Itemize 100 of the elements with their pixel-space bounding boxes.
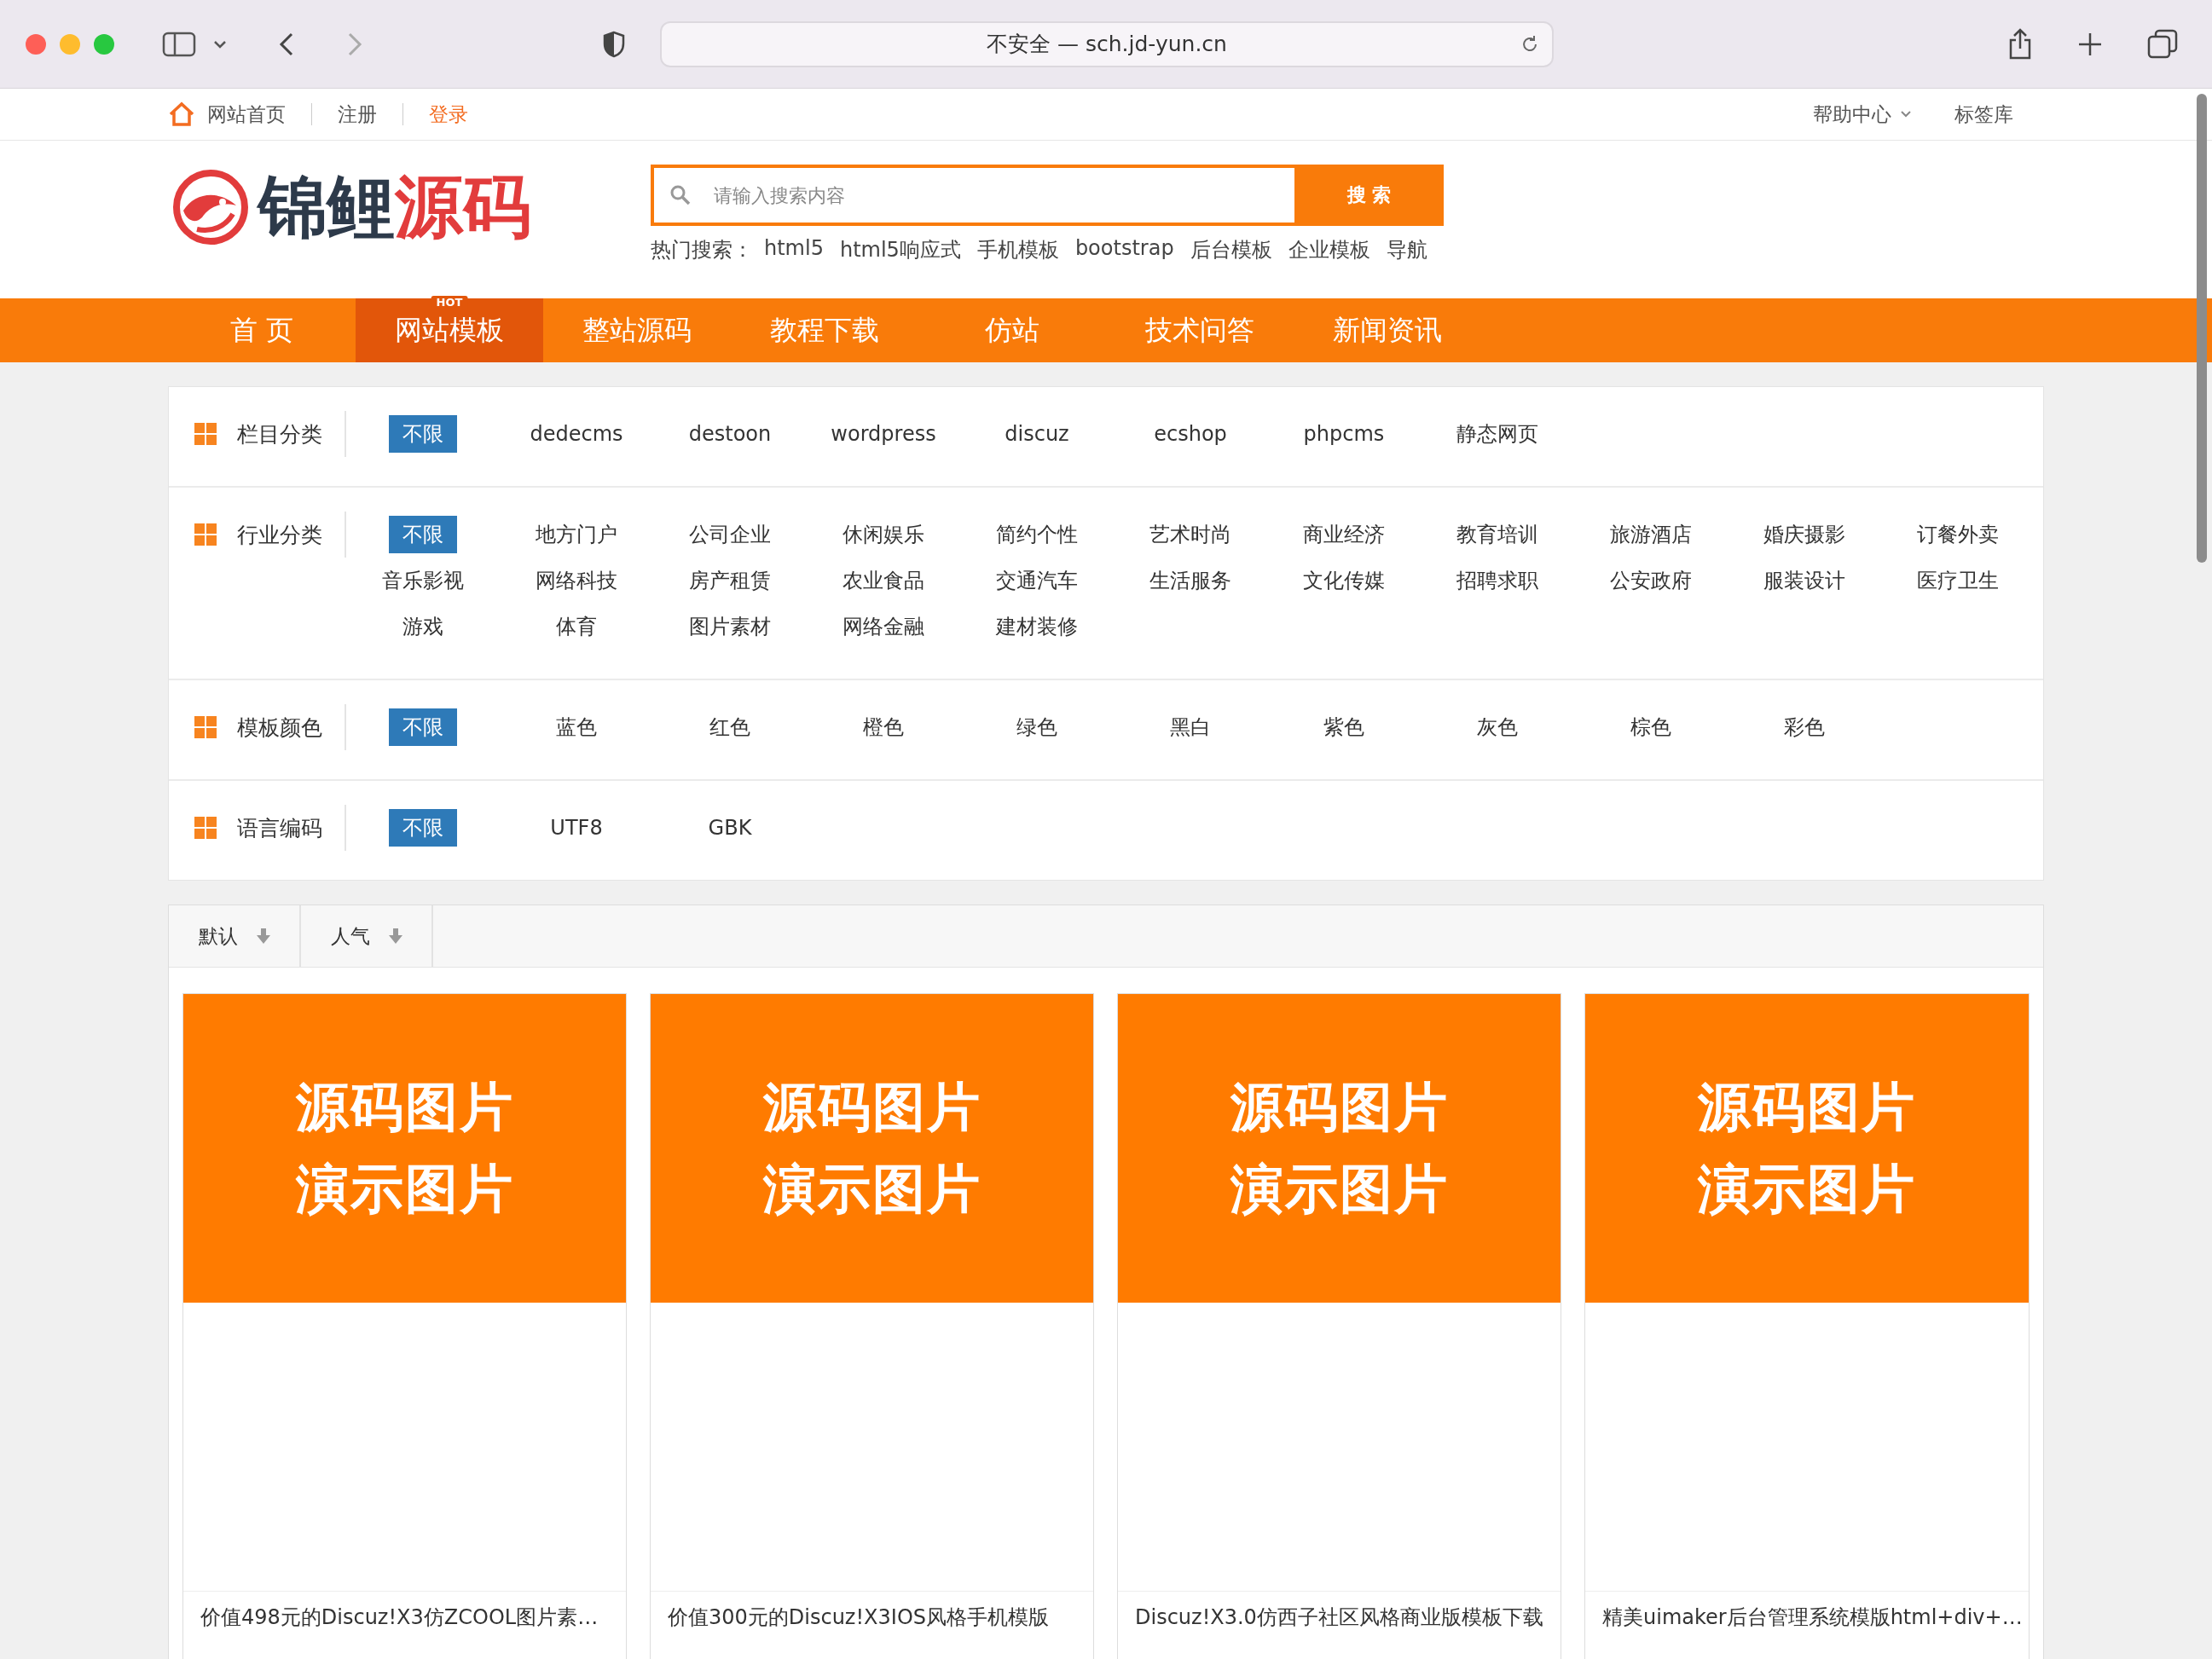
filter-option[interactable]: 地方门户 bbox=[524, 516, 629, 553]
filter-option[interactable]: 休闲娱乐 bbox=[831, 516, 936, 553]
top-link[interactable]: 注册 bbox=[333, 101, 382, 128]
hot-search-link[interactable]: 企业模板 bbox=[1288, 236, 1370, 263]
hot-search-label: 热门搜索： bbox=[651, 237, 753, 263]
home-icon[interactable] bbox=[168, 101, 195, 127]
filter-option[interactable]: GBK bbox=[696, 811, 764, 845]
filter-option[interactable]: 简约个性 bbox=[984, 516, 1090, 553]
image-caption: 演示图片 bbox=[762, 1163, 982, 1216]
template-card[interactable]: 源码图片 演示图片 价值498元的Discuz!X3仿ZCOOL图片素… bbox=[182, 993, 627, 1659]
search-field[interactable]: 请输入搜索内容 bbox=[651, 165, 1294, 226]
filter-option[interactable]: 商业经济 bbox=[1291, 516, 1397, 553]
arrow-down-icon bbox=[256, 928, 270, 944]
filter-option[interactable]: 网络金融 bbox=[831, 608, 936, 645]
card-title[interactable]: 精美uimaker后台管理系统模版html+div+… bbox=[1585, 1592, 2029, 1643]
back-icon[interactable] bbox=[278, 31, 295, 57]
filter-option[interactable]: 橙色 bbox=[851, 708, 916, 746]
image-caption: 源码图片 bbox=[295, 1081, 514, 1134]
filter-option[interactable]: 艺术时尚 bbox=[1138, 516, 1243, 553]
top-link[interactable]: 帮助中心 bbox=[1808, 101, 1896, 128]
hot-search-link[interactable]: html5 bbox=[764, 236, 824, 263]
card-title[interactable]: 价值300元的Discuz!X3IOS风格手机模版 bbox=[651, 1592, 1093, 1643]
filter-option[interactable]: 旅游酒店 bbox=[1598, 516, 1704, 553]
chevron-down-icon[interactable] bbox=[213, 38, 227, 49]
filter-option[interactable]: 房产租赁 bbox=[677, 562, 783, 599]
filter-option[interactable]: 订餐外卖 bbox=[1905, 516, 2011, 553]
filter-option[interactable]: discuz bbox=[993, 417, 1081, 451]
tabs-overview-icon[interactable] bbox=[2147, 28, 2178, 60]
arrow-down-icon bbox=[388, 928, 402, 944]
template-card[interactable]: 源码图片 演示图片 价值300元的Discuz!X3IOS风格手机模版 bbox=[650, 993, 1094, 1659]
chevron-down-icon[interactable] bbox=[1900, 110, 1912, 118]
filter-option[interactable]: 红色 bbox=[698, 708, 762, 746]
image-caption: 源码图片 bbox=[762, 1081, 982, 1134]
fish-logo-icon bbox=[171, 168, 250, 246]
filter-option[interactable]: 灰色 bbox=[1465, 708, 1530, 746]
filter-option[interactable]: 不限 bbox=[389, 708, 457, 746]
filter-label: 模板颜色 bbox=[237, 714, 322, 742]
filter-option[interactable]: 教育培训 bbox=[1445, 516, 1550, 553]
template-card[interactable]: 源码图片 演示图片 Discuz!X3.0仿西子社区风格商业版模板下载 bbox=[1117, 993, 1561, 1659]
close-window-icon[interactable] bbox=[26, 33, 46, 55]
scrollbar[interactable] bbox=[2197, 94, 2207, 563]
image-caption: 演示图片 bbox=[295, 1163, 514, 1216]
image-caption: 演示图片 bbox=[1698, 1163, 1916, 1216]
filter-option[interactable]: 公司企业 bbox=[677, 516, 783, 553]
filter-option[interactable]: 静态网页 bbox=[1445, 415, 1550, 453]
filter-option[interactable]: UTF8 bbox=[538, 811, 615, 845]
filter-option[interactable]: destoon bbox=[676, 417, 784, 451]
filter-option[interactable]: 服装设计 bbox=[1752, 562, 1857, 599]
top-link[interactable]: 标签库 bbox=[1949, 101, 2018, 128]
filter-option[interactable]: 棕色 bbox=[1618, 708, 1683, 746]
hot-search-link[interactable]: 手机模板 bbox=[976, 236, 1059, 263]
filter-option[interactable]: 文化传媒 bbox=[1291, 562, 1397, 599]
filter-option[interactable]: 交通汽车 bbox=[984, 562, 1090, 599]
filter-label: 栏目分类 bbox=[237, 420, 322, 448]
top-link[interactable]: 网站首页 bbox=[202, 101, 291, 128]
card-title[interactable]: 价值498元的Discuz!X3仿ZCOOL图片素… bbox=[183, 1592, 626, 1643]
card-title[interactable]: Discuz!X3.0仿西子社区风格商业版模板下载 bbox=[1118, 1592, 1561, 1643]
hot-search-link[interactable]: 后台模板 bbox=[1190, 236, 1272, 263]
filter-label: 行业分类 bbox=[237, 521, 322, 549]
filter-option[interactable]: 生活服务 bbox=[1138, 562, 1243, 599]
filter-option[interactable]: 蓝色 bbox=[544, 708, 609, 746]
share-icon[interactable] bbox=[2007, 27, 2033, 61]
filter-option[interactable]: ecshop bbox=[1142, 417, 1239, 451]
filter-option[interactable]: 音乐影视 bbox=[370, 562, 476, 599]
filter-option[interactable]: 建材装修 bbox=[984, 608, 1090, 645]
logo-text: 源码 bbox=[395, 173, 531, 241]
template-card[interactable]: 源码图片 演示图片 精美uimaker后台管理系统模版html+div+… bbox=[1584, 993, 2030, 1659]
filter-label: 语言编码 bbox=[237, 814, 322, 842]
filter-option[interactable]: 不限 bbox=[389, 809, 457, 847]
filter-option[interactable]: 彩色 bbox=[1772, 708, 1837, 746]
filter-option[interactable]: 黑白 bbox=[1158, 708, 1223, 746]
filter-option[interactable]: wordpress bbox=[819, 417, 948, 451]
filter-option[interactable]: 婚庆摄影 bbox=[1752, 516, 1857, 553]
filter-option[interactable]: phpcms bbox=[1291, 417, 1397, 451]
hot-search-link[interactable]: bootstrap bbox=[1074, 236, 1174, 263]
new-tab-icon[interactable] bbox=[2077, 31, 2103, 57]
filter-option[interactable]: 体育 bbox=[544, 608, 609, 645]
filter-option[interactable]: 网络科技 bbox=[524, 562, 629, 599]
search-icon bbox=[669, 184, 692, 206]
sidebar-icon[interactable] bbox=[162, 30, 196, 58]
grid-icon bbox=[194, 817, 217, 839]
filter-option[interactable]: 绿色 bbox=[1005, 708, 1069, 746]
grid-icon bbox=[194, 423, 217, 445]
grid-icon bbox=[194, 523, 217, 546]
address-bar[interactable]: 不安全 — sch.jd-yun.cn bbox=[660, 20, 1554, 67]
grid-icon bbox=[194, 716, 217, 738]
filter-option[interactable]: 医疗卫生 bbox=[1905, 562, 2011, 599]
filter-option[interactable]: 游戏 bbox=[391, 608, 455, 645]
logo-text: 锦鲤 bbox=[258, 173, 395, 241]
hot-search-link[interactable]: html5响应式 bbox=[839, 236, 961, 263]
filter-option[interactable]: 不限 bbox=[389, 516, 457, 553]
filter-option[interactable]: 招聘求职 bbox=[1445, 562, 1550, 599]
shield-icon[interactable] bbox=[602, 30, 626, 58]
filter-option[interactable]: dedecms bbox=[518, 417, 635, 451]
hot-search-link[interactable]: 导航 bbox=[1386, 236, 1427, 263]
filter-option[interactable]: 紫色 bbox=[1312, 708, 1376, 746]
filter-option[interactable]: 不限 bbox=[389, 415, 457, 453]
filter-option[interactable]: 农业食品 bbox=[831, 562, 936, 599]
filter-option[interactable]: 图片素材 bbox=[677, 608, 783, 645]
filter-option[interactable]: 公安政府 bbox=[1598, 562, 1704, 599]
